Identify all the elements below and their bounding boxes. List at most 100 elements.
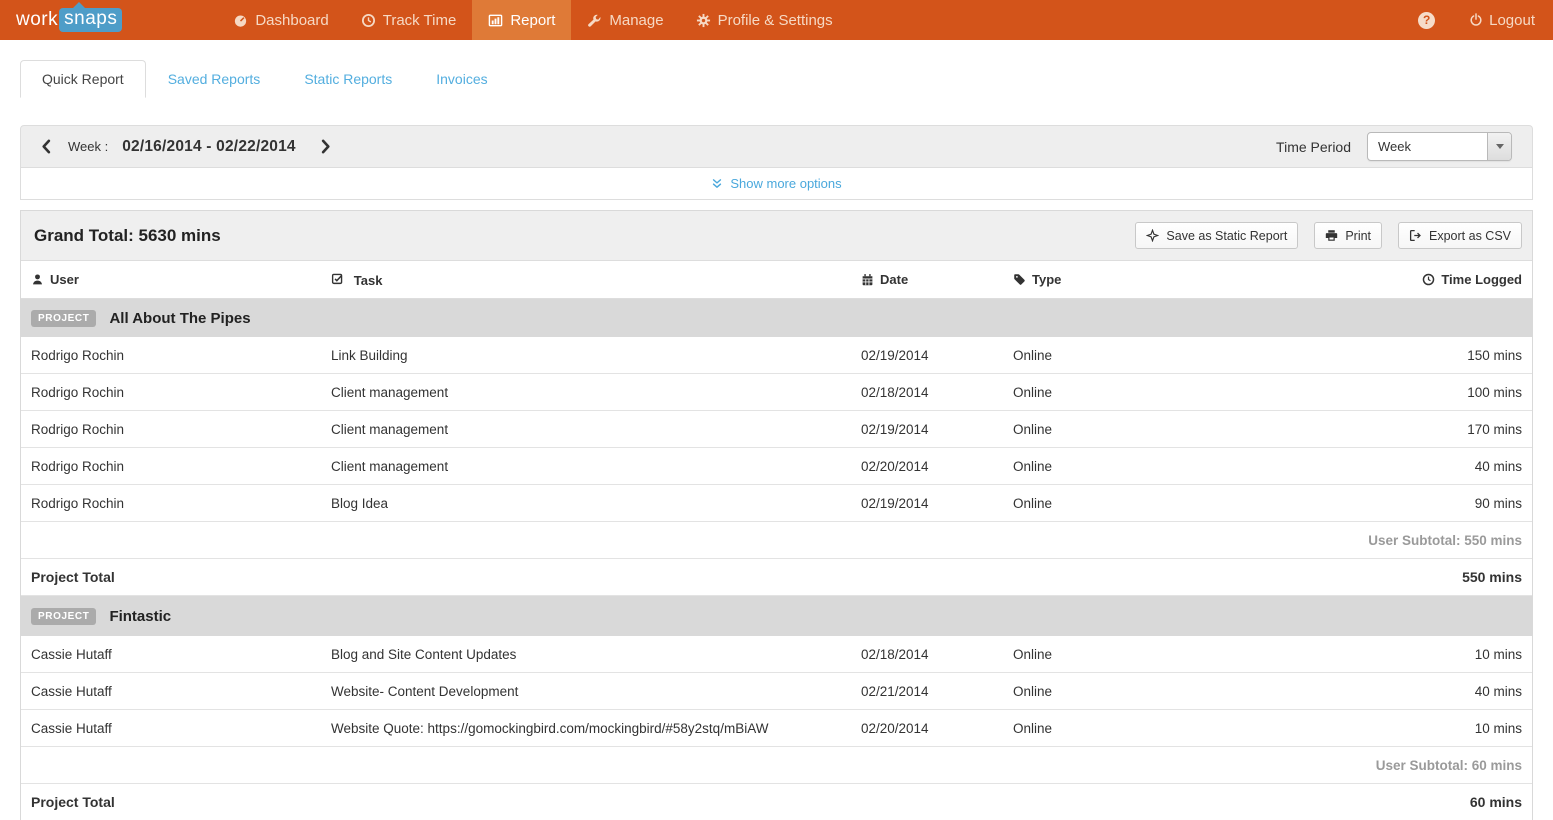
cell-user: Cassie Hutaff bbox=[31, 721, 331, 736]
clock-icon bbox=[361, 13, 376, 28]
nav-item-manage[interactable]: Manage bbox=[571, 0, 679, 40]
cell-date: 02/18/2014 bbox=[861, 385, 1013, 400]
column-header-task: Task bbox=[331, 272, 861, 288]
filter-panel: Week : 02/16/2014 - 02/22/2014 Time Peri… bbox=[20, 125, 1533, 200]
time-period-selected-value: Week bbox=[1368, 139, 1487, 154]
cell-type: Online bbox=[1013, 385, 1372, 400]
table-row[interactable]: Rodrigo Rochin Client management 02/20/2… bbox=[21, 448, 1532, 485]
tab-quick-report[interactable]: Quick Report bbox=[20, 60, 146, 98]
project-total-label: Project Total bbox=[31, 569, 1462, 585]
show-more-options-label: Show more options bbox=[730, 176, 841, 191]
cell-time: 40 mins bbox=[1372, 459, 1522, 474]
cell-type: Online bbox=[1013, 459, 1372, 474]
printer-icon bbox=[1325, 229, 1338, 242]
project-total-value: 60 mins bbox=[1470, 794, 1522, 810]
time-period-select[interactable]: Week bbox=[1367, 132, 1512, 161]
cell-type: Online bbox=[1013, 684, 1372, 699]
week-range-value: 02/16/2014 - 02/22/2014 bbox=[122, 138, 296, 156]
save-as-static-report-button[interactable]: Save as Static Report bbox=[1135, 222, 1298, 249]
column-header-date: Date bbox=[861, 272, 1013, 287]
tag-icon bbox=[1013, 273, 1026, 286]
main-nav: Dashboard Track Time Report Manage Profi… bbox=[217, 0, 848, 40]
show-more-options-link[interactable]: Show more options bbox=[20, 168, 1533, 200]
nav-item-track-time[interactable]: Track Time bbox=[345, 0, 473, 40]
topbar-right: Logout bbox=[1418, 12, 1553, 29]
chevron-left-icon bbox=[39, 139, 54, 154]
chevron-down-icon bbox=[1487, 133, 1511, 160]
cell-time: 150 mins bbox=[1372, 348, 1522, 363]
cell-time: 40 mins bbox=[1372, 684, 1522, 699]
column-header-user-label: User bbox=[50, 272, 79, 287]
cell-task: Website- Content Development bbox=[331, 684, 861, 699]
cell-date: 02/19/2014 bbox=[861, 348, 1013, 363]
previous-week-button[interactable] bbox=[37, 137, 56, 156]
column-header-type: Type bbox=[1013, 272, 1372, 287]
cell-date: 02/19/2014 bbox=[861, 422, 1013, 437]
report-toolbar: Grand Total: 5630 mins Save as Static Re… bbox=[21, 211, 1532, 261]
cell-time: 170 mins bbox=[1372, 422, 1522, 437]
table-row[interactable]: Rodrigo Rochin Blog Idea 02/19/2014 Onli… bbox=[21, 485, 1532, 522]
next-week-button[interactable] bbox=[316, 137, 335, 156]
tab-saved-reports[interactable]: Saved Reports bbox=[146, 60, 283, 98]
tab-invoices[interactable]: Invoices bbox=[414, 60, 509, 98]
logout-label: Logout bbox=[1489, 12, 1535, 29]
nav-item-label: Track Time bbox=[383, 12, 457, 29]
cell-user: Rodrigo Rochin bbox=[31, 496, 331, 511]
export-as-csv-label: Export as CSV bbox=[1429, 229, 1511, 243]
report-actions: Save as Static Report Print Export as CS… bbox=[1135, 222, 1522, 249]
week-label: Week : bbox=[68, 139, 108, 154]
column-header-type-label: Type bbox=[1032, 272, 1061, 287]
report-panel: Grand Total: 5630 mins Save as Static Re… bbox=[20, 210, 1533, 820]
top-navigation-bar: worksnaps Dashboard Track Time Report Ma… bbox=[0, 0, 1553, 40]
cell-user: Cassie Hutaff bbox=[31, 647, 331, 662]
logo-snaps-text: snaps bbox=[59, 8, 122, 32]
cell-type: Online bbox=[1013, 496, 1372, 511]
table-row[interactable]: Rodrigo Rochin Client management 02/19/2… bbox=[21, 411, 1532, 448]
project-name: All About The Pipes bbox=[109, 310, 250, 327]
cell-user: Rodrigo Rochin bbox=[31, 348, 331, 363]
worksnaps-logo[interactable]: worksnaps bbox=[16, 8, 122, 32]
report-tabs: Quick Report Saved Reports Static Report… bbox=[20, 60, 1533, 98]
nav-item-label: Profile & Settings bbox=[718, 12, 833, 29]
cell-task: Blog and Site Content Updates bbox=[331, 647, 861, 662]
table-row[interactable]: Cassie Hutaff Blog and Site Content Upda… bbox=[21, 636, 1532, 673]
grand-total-text: Grand Total: 5630 mins bbox=[34, 226, 221, 246]
project-header: PROJECT All About The Pipes bbox=[21, 299, 1532, 337]
nav-item-report[interactable]: Report bbox=[472, 0, 571, 40]
calendar-icon bbox=[861, 273, 874, 286]
nav-item-label: Dashboard bbox=[255, 12, 328, 29]
print-button[interactable]: Print bbox=[1314, 222, 1382, 249]
gear-icon bbox=[696, 13, 711, 28]
table-row[interactable]: Rodrigo Rochin Client management 02/18/2… bbox=[21, 374, 1532, 411]
column-header-date-label: Date bbox=[880, 272, 908, 287]
print-label: Print bbox=[1345, 229, 1371, 243]
project-total-label: Project Total bbox=[31, 794, 1470, 810]
table-row[interactable]: Rodrigo Rochin Link Building 02/19/2014 … bbox=[21, 337, 1532, 374]
nav-item-profile-settings[interactable]: Profile & Settings bbox=[680, 0, 849, 40]
user-subtotal-row: User Subtotal: 550 mins bbox=[21, 522, 1532, 559]
cell-time: 100 mins bbox=[1372, 385, 1522, 400]
user-icon bbox=[31, 273, 44, 286]
cell-task: Client management bbox=[331, 422, 861, 437]
column-header-user: User bbox=[31, 272, 331, 287]
project-total-value: 550 mins bbox=[1462, 569, 1522, 585]
logout-button[interactable]: Logout bbox=[1469, 12, 1535, 29]
project-badge: PROJECT bbox=[31, 310, 96, 327]
check-square-icon bbox=[331, 272, 344, 285]
column-header-time-logged-label: Time Logged bbox=[1441, 272, 1522, 287]
cell-task: Link Building bbox=[331, 348, 861, 363]
cell-type: Online bbox=[1013, 647, 1372, 662]
question-circle-icon[interactable] bbox=[1418, 12, 1435, 29]
export-as-csv-button[interactable]: Export as CSV bbox=[1398, 222, 1522, 249]
table-row[interactable]: Cassie Hutaff Website- Content Developme… bbox=[21, 673, 1532, 710]
tab-static-reports[interactable]: Static Reports bbox=[282, 60, 414, 98]
nav-item-dashboard[interactable]: Dashboard bbox=[217, 0, 344, 40]
bar-chart-icon bbox=[488, 13, 503, 28]
logo-work-text: work bbox=[16, 9, 58, 31]
week-selector-bar: Week : 02/16/2014 - 02/22/2014 Time Peri… bbox=[20, 125, 1533, 168]
cell-task: Blog Idea bbox=[331, 496, 861, 511]
user-subtotal-text: User Subtotal: 60 mins bbox=[1376, 758, 1522, 773]
cell-date: 02/21/2014 bbox=[861, 684, 1013, 699]
table-row[interactable]: Cassie Hutaff Website Quote: https://gom… bbox=[21, 710, 1532, 747]
project-badge: PROJECT bbox=[31, 608, 96, 625]
